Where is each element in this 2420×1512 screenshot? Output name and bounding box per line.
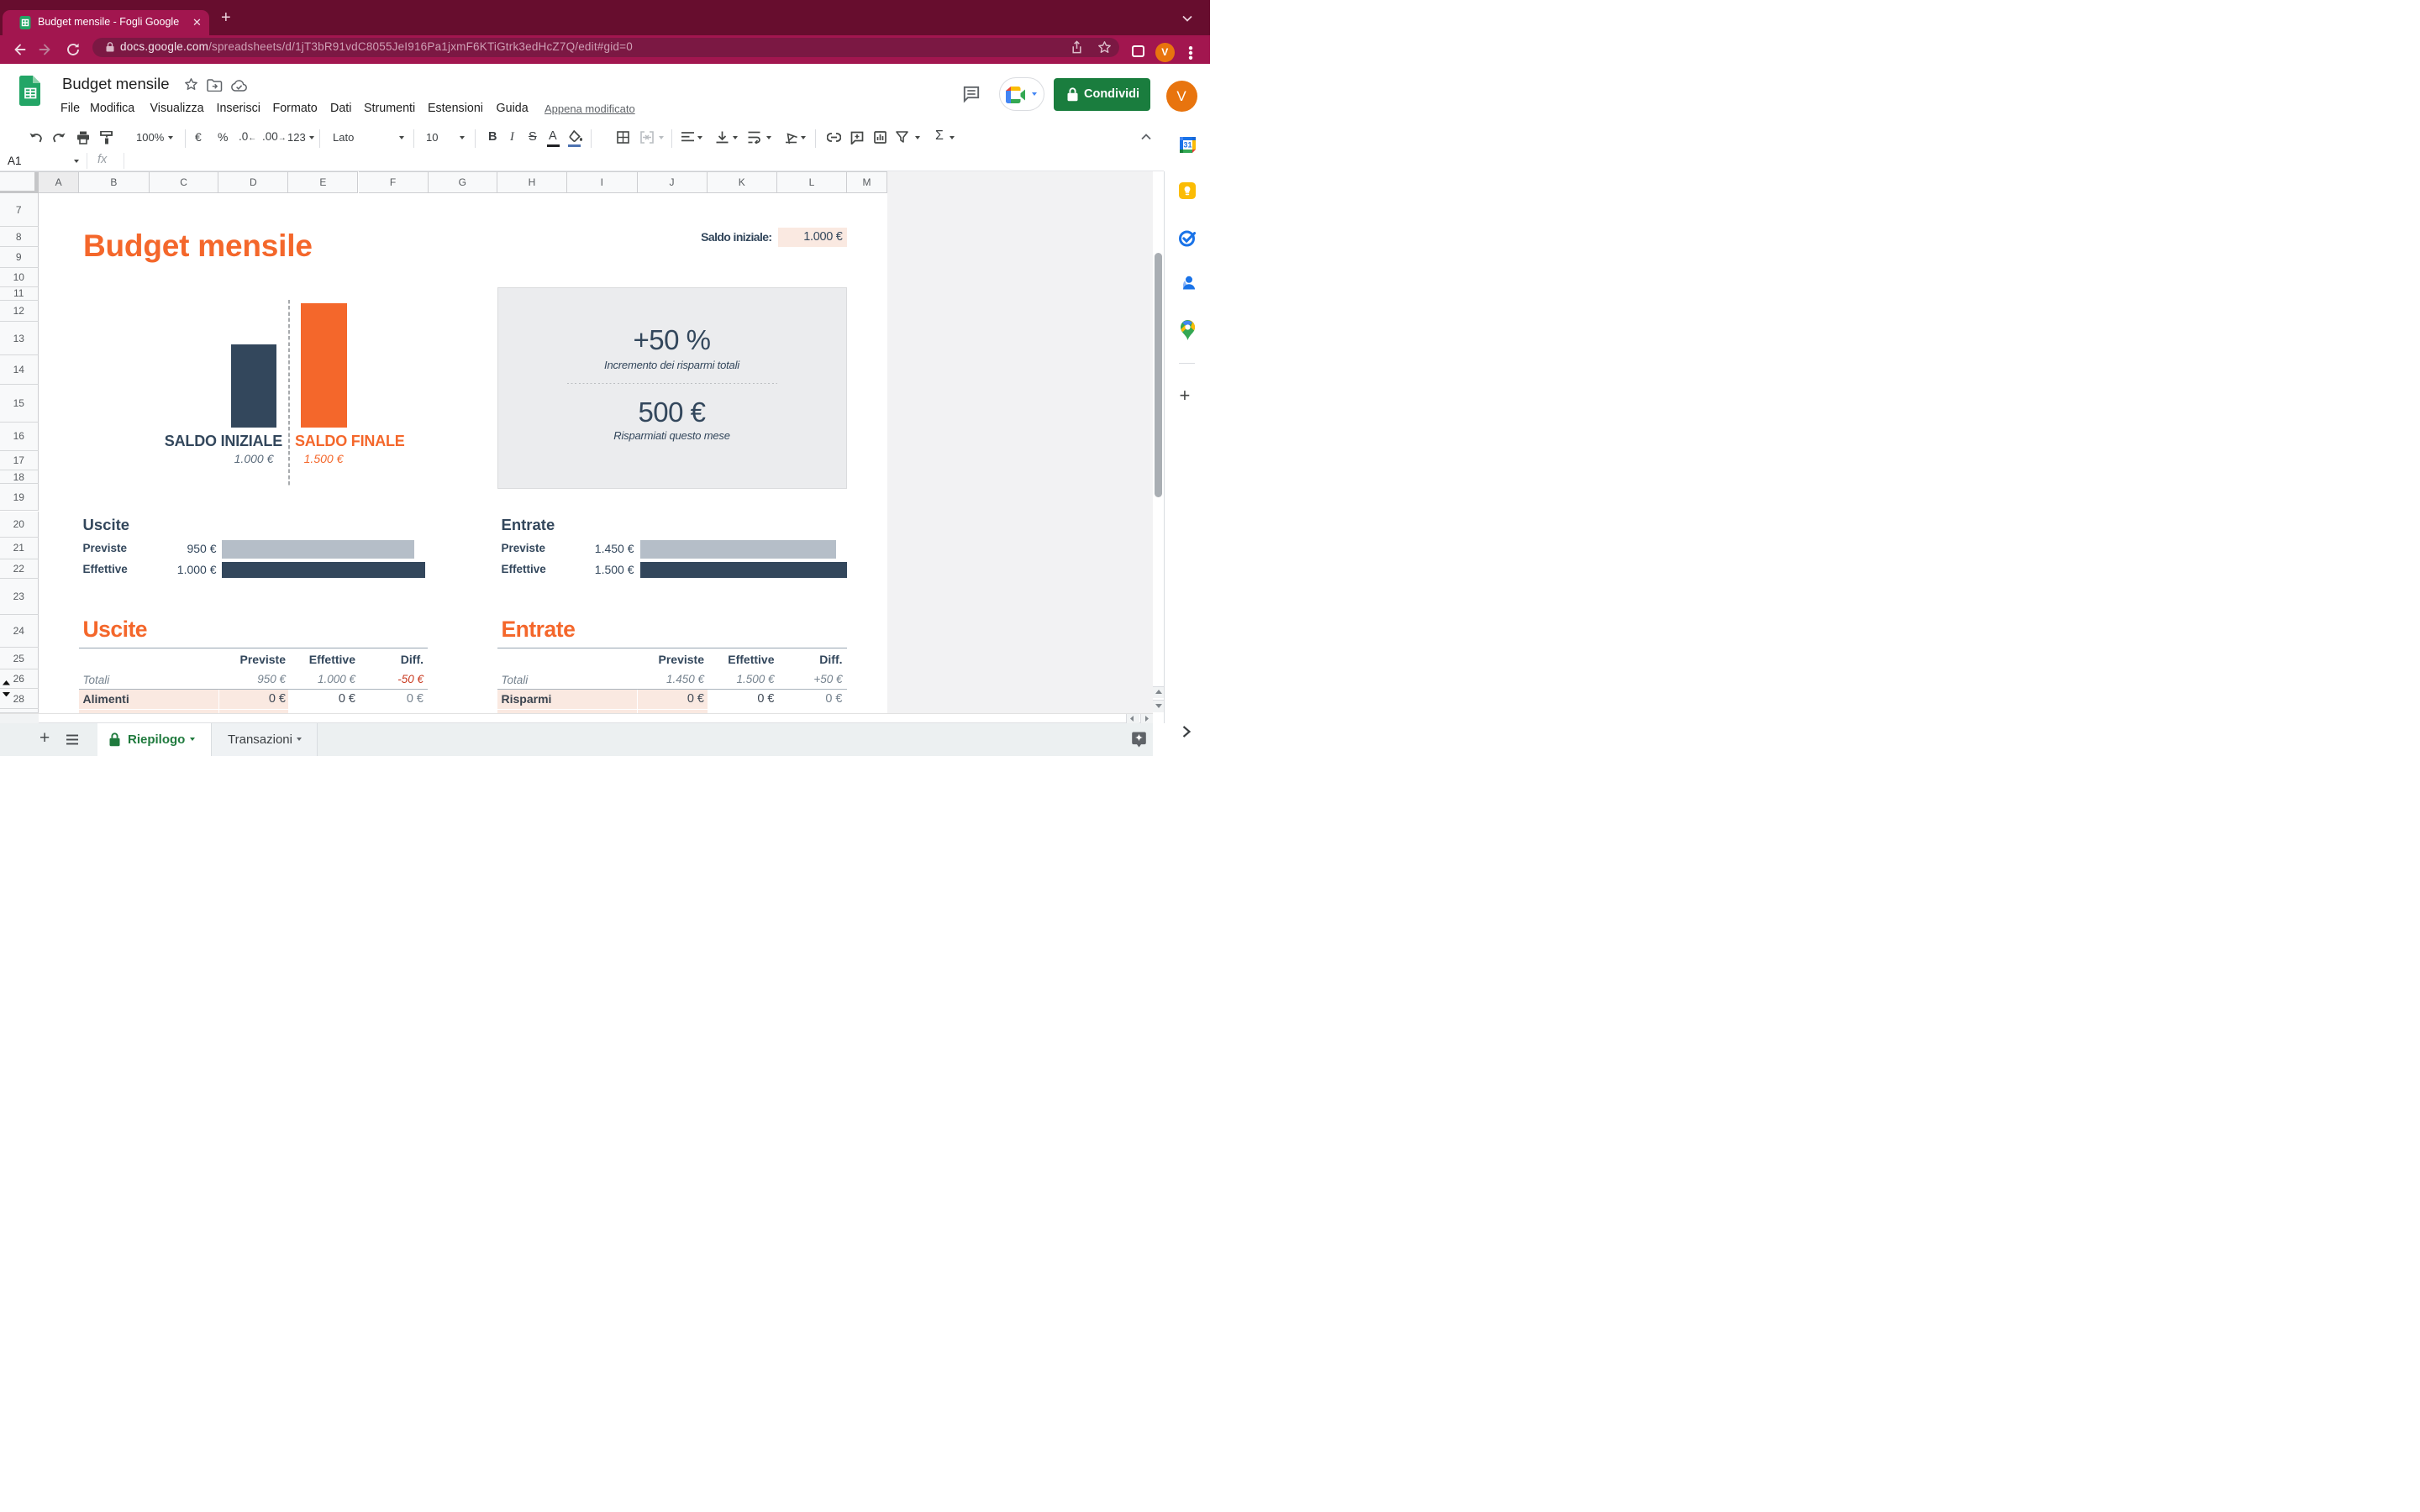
svg-text:31: 31	[1183, 141, 1192, 150]
